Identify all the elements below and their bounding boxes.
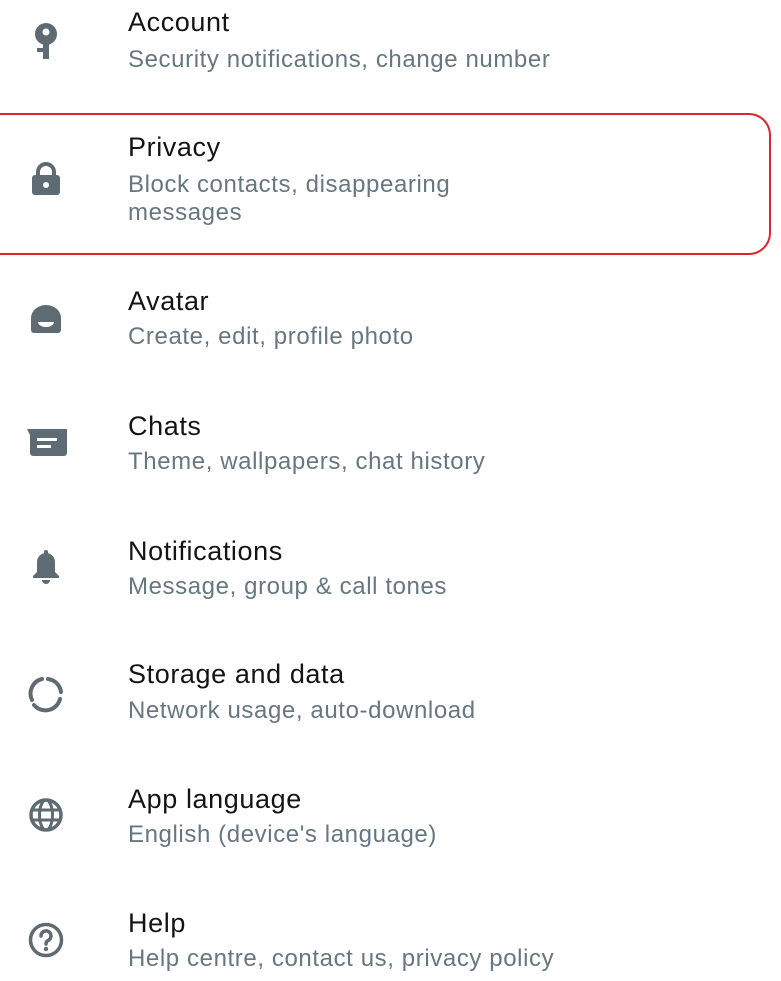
avatar-icon [22, 295, 70, 343]
settings-item-title: App language [128, 784, 302, 814]
settings-item-storage[interactable]: Storage and data Network usage, auto-dow… [0, 650, 781, 750]
settings-item-subtitle: English (device's language) [128, 821, 437, 848]
settings-item-privacy[interactable]: Privacy Block contacts, disappearing mes… [0, 115, 781, 255]
settings-item-help[interactable]: Help Help centre, contact us, privacy po… [0, 900, 781, 981]
settings-item-subtitle: Block contacts, disappearing messages [128, 171, 451, 226]
settings-list: Account Security notifications, change n… [0, 0, 781, 981]
settings-item-avatar[interactable]: Avatar Create, edit, profile photo [0, 275, 781, 375]
settings-item-subtitle: Help centre, contact us, privacy policy [128, 945, 555, 972]
settings-item-title: Help [128, 908, 186, 938]
settings-item-chats[interactable]: Chats Theme, wallpapers, chat history [0, 400, 781, 500]
settings-item-title: Notifications [128, 536, 283, 566]
settings-item-notifications[interactable]: Notifications Message, group & call tone… [0, 525, 781, 625]
settings-item-subtitle: Network usage, auto-download [128, 697, 476, 724]
settings-item-title: Privacy [128, 132, 221, 162]
settings-item-subtitle: Security notifications, change number [128, 46, 551, 73]
settings-item-account[interactable]: Account Security notifications, change n… [0, 0, 781, 100]
bell-icon [22, 543, 70, 591]
help-circle-icon [22, 916, 70, 964]
chat-icon [22, 418, 70, 466]
key-icon [22, 18, 70, 66]
settings-item-subtitle: Theme, wallpapers, chat history [128, 448, 486, 475]
settings-item-title: Chats [128, 411, 202, 441]
settings-item-subtitle: Message, group & call tones [128, 573, 448, 600]
lock-icon [22, 155, 70, 203]
settings-item-subtitle: Create, edit, profile photo [128, 323, 414, 350]
settings-item-title: Account [128, 7, 230, 37]
storage-circle-icon [22, 670, 70, 718]
settings-item-app-language[interactable]: App language English (device's language) [0, 775, 781, 875]
settings-item-title: Storage and data [128, 659, 345, 689]
globe-icon [22, 791, 70, 839]
settings-item-title: Avatar [128, 286, 210, 316]
